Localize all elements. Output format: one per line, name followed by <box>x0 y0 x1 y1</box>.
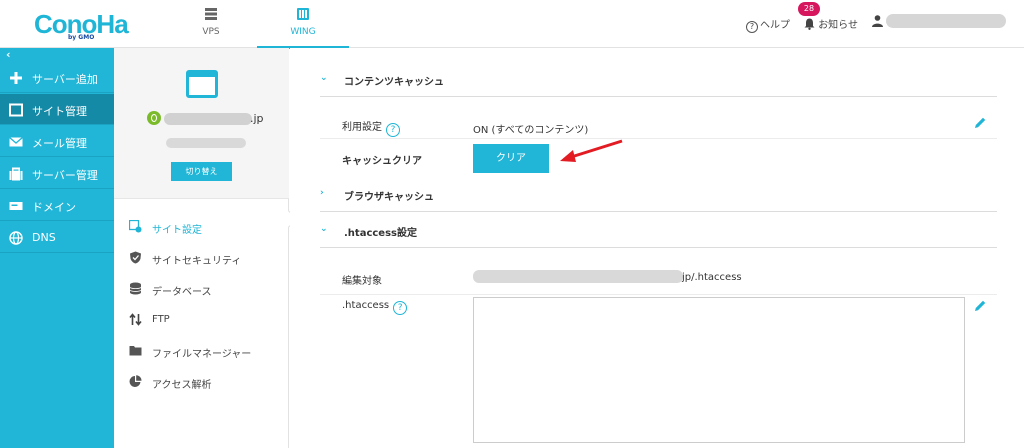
section-title: .htaccess設定 <box>344 228 417 239</box>
transfer-icon <box>129 313 142 326</box>
usage-setting-label: 利用設定? <box>342 118 400 137</box>
notification-badge: 28 <box>798 2 820 16</box>
section-htaccess[interactable]: ⌄ .htaccess設定 <box>320 212 997 248</box>
plus-icon <box>10 72 22 84</box>
pencil-icon[interactable] <box>973 299 987 313</box>
tab-vps-label: VPS <box>202 27 220 37</box>
help-icon[interactable]: ? <box>386 123 400 137</box>
shield-icon <box>130 251 141 264</box>
sidebar-item-label: サーバー追加 <box>32 73 98 86</box>
sidebar-item-label: メール管理 <box>32 137 87 150</box>
folder-icon <box>129 346 142 356</box>
htaccess-label-text: .htaccess <box>342 300 390 311</box>
red-arrow-annotation <box>560 139 623 162</box>
edit-target-path-suffix: jp/.htaccess <box>682 272 742 283</box>
sidebar-item-site-management[interactable]: サイト管理 <box>0 94 114 125</box>
menu-item-label: アクセス解析 <box>152 380 212 391</box>
switch-site-button[interactable]: 切り替え <box>171 162 232 181</box>
menu-item-file-manager[interactable]: ファイルマネージャー <box>114 336 289 366</box>
cache-clear-label: キャッシュクリア <box>342 156 422 167</box>
chevron-left-icon: ‹ <box>6 48 11 61</box>
sidebar-item-mail[interactable]: メール管理 <box>0 126 114 157</box>
main-sidebar: ‹ サーバー追加 サイト管理 メール管理 サーバー管理 ドメイン DNS <box>0 48 114 448</box>
menu-item-access-analytics[interactable]: アクセス解析 <box>114 367 289 397</box>
htaccess-editor[interactable] <box>473 297 965 443</box>
help-icon[interactable]: ? <box>393 301 408 315</box>
tab-wing[interactable]: WING <box>257 0 349 49</box>
site-summary: .jp 切り替え <box>114 48 289 199</box>
server-icon <box>9 167 23 181</box>
tab-vps[interactable]: VPS <box>165 0 257 48</box>
help-icon: ? <box>746 21 758 33</box>
menu-item-label: データベース <box>152 287 212 298</box>
pie-chart-icon <box>129 375 142 387</box>
window-icon <box>9 103 23 117</box>
logo-sub: by GMO <box>68 34 95 41</box>
mail-icon <box>9 137 23 147</box>
user-name-redacted[interactable] <box>886 14 1006 28</box>
menu-item-label: FTP <box>152 314 170 325</box>
wing-icon <box>297 8 309 20</box>
globe-icon <box>9 231 23 245</box>
section-title: ブラウザキャッシュ <box>344 192 434 203</box>
row-divider <box>320 294 997 295</box>
notifications-label: お知らせ <box>818 20 858 31</box>
site-name-redacted <box>164 113 252 125</box>
menu-item-label: サイトセキュリティ <box>152 256 242 267</box>
help-link[interactable]: ? ヘルプ <box>746 16 790 33</box>
sidebar-item-server-management[interactable]: サーバー管理 <box>0 158 114 189</box>
domain-icon <box>9 202 23 210</box>
menu-item-ftp[interactable]: FTP <box>114 305 289 335</box>
menu-item-database[interactable]: データベース <box>114 274 289 304</box>
sidebar-item-label: DNS <box>32 231 56 244</box>
bell-icon <box>804 18 815 30</box>
site-domain-suffix: .jp <box>250 112 264 125</box>
sidebar-item-label: サイト管理 <box>32 105 87 118</box>
power-icon <box>147 111 161 125</box>
section-browser-cache[interactable]: › ブラウザキャッシュ <box>320 176 997 212</box>
site-window-icon <box>186 70 218 98</box>
menu-item-label: サイト設定 <box>152 225 202 236</box>
sidebar-item-label: サーバー管理 <box>32 169 98 182</box>
chevron-right-icon: › <box>320 188 324 198</box>
htaccess-label: .htaccess? <box>342 300 408 315</box>
help-label: ヘルプ <box>760 20 790 31</box>
server-icon <box>205 8 217 20</box>
site-settings-icon <box>129 220 142 233</box>
database-icon <box>129 282 142 295</box>
notifications-link[interactable]: お知らせ <box>804 16 858 31</box>
site-url-redacted[interactable] <box>166 138 246 148</box>
cache-clear-button[interactable]: クリア <box>473 144 549 173</box>
menu-item-site-settings[interactable]: サイト設定 <box>114 212 289 242</box>
menu-item-site-security[interactable]: サイトセキュリティ <box>114 243 289 273</box>
site-panel: .jp 切り替え サイト設定 サイトセキュリティ データベース FTP ファイル… <box>114 48 298 448</box>
pencil-icon[interactable] <box>973 116 987 130</box>
menu-item-label: ファイルマネージャー <box>152 349 252 360</box>
tab-wing-label: WING <box>290 27 316 37</box>
usage-setting-value: ON (すべてのコンテンツ) <box>473 125 589 136</box>
usage-setting-text: 利用設定 <box>342 122 382 133</box>
chevron-down-icon: ⌄ <box>320 224 328 234</box>
edit-target-label: 編集対象 <box>342 276 382 287</box>
sidebar-item-add-server[interactable]: サーバー追加 <box>0 62 114 93</box>
sidebar-item-label: ドメイン <box>32 201 76 214</box>
sidebar-item-dns[interactable]: DNS <box>0 222 114 253</box>
main-content: ⌄ コンテンツキャッシュ 利用設定? ON (すべてのコンテンツ) キャッシュク… <box>290 48 1024 448</box>
section-title: コンテンツキャッシュ <box>344 77 444 88</box>
top-header: ConoHa by GMO VPS WING ? ヘルプ 28 お知らせ <box>0 0 1024 49</box>
row-divider <box>320 138 997 139</box>
chevron-down-icon: ⌄ <box>320 73 328 83</box>
user-icon[interactable] <box>872 15 883 27</box>
sidebar-collapse[interactable]: ‹ <box>0 48 114 62</box>
edit-target-path-redacted <box>473 270 683 283</box>
sidebar-item-domain[interactable]: ドメイン <box>0 190 114 221</box>
section-content-cache[interactable]: ⌄ コンテンツキャッシュ <box>320 61 997 97</box>
